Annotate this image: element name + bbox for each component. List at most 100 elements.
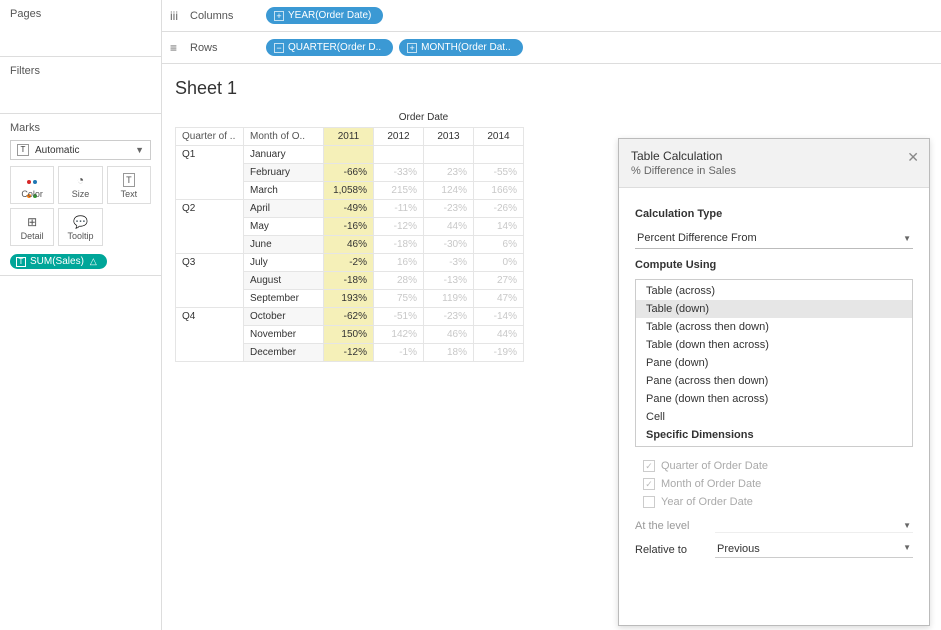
data-cell[interactable]: -30% (424, 235, 474, 253)
data-cell[interactable]: -13% (424, 271, 474, 289)
year-2014-header[interactable]: 2014 (474, 127, 524, 145)
compute-option[interactable]: Specific Dimensions (636, 426, 912, 444)
compute-using-listbox[interactable]: Table (across)Table (down)Table (across … (635, 279, 913, 447)
month-cell[interactable]: November (244, 325, 324, 343)
data-cell[interactable]: 46% (424, 325, 474, 343)
compute-option[interactable]: Pane (down then across) (636, 390, 912, 408)
data-cell[interactable]: -18% (324, 271, 374, 289)
data-cell[interactable]: -18% (374, 235, 424, 253)
dialog-header[interactable]: Table Calculation % Difference in Sales … (619, 139, 929, 188)
data-cell[interactable]: 44% (424, 217, 474, 235)
month-pill[interactable]: +MONTH(Order Dat.. (399, 39, 522, 56)
data-cell[interactable]: 27% (474, 271, 524, 289)
table-row[interactable]: Q2April-49%-11%-23%-26% (176, 199, 524, 217)
data-cell[interactable]: -26% (474, 199, 524, 217)
compute-option[interactable]: Cell (636, 408, 912, 426)
quarter-cell[interactable]: Q4 (176, 307, 244, 361)
compute-option[interactable]: Table (across then down) (636, 318, 912, 336)
month-cell[interactable]: February (244, 163, 324, 181)
data-cell[interactable]: -1% (374, 343, 424, 361)
data-cell[interactable]: 44% (474, 325, 524, 343)
compute-option[interactable]: Table (down then across) (636, 336, 912, 354)
text-button[interactable]: T Text (107, 166, 151, 204)
compute-option[interactable]: Table (across) (636, 282, 912, 300)
data-cell[interactable] (424, 145, 474, 163)
year-2013-header[interactable]: 2013 (424, 127, 474, 145)
data-cell[interactable]: 23% (424, 163, 474, 181)
data-cell[interactable]: -23% (424, 199, 474, 217)
data-cell[interactable]: 47% (474, 289, 524, 307)
data-cell[interactable]: 6% (474, 235, 524, 253)
data-cell[interactable]: -14% (474, 307, 524, 325)
relative-to-dropdown[interactable]: Previous▼ (715, 541, 913, 558)
data-cell[interactable]: -2% (324, 253, 374, 271)
size-button[interactable]: ◔ Size (58, 166, 102, 204)
data-cell[interactable]: 142% (374, 325, 424, 343)
data-cell[interactable] (474, 145, 524, 163)
month-cell[interactable]: May (244, 217, 324, 235)
close-icon[interactable]: ✕ (907, 149, 919, 166)
mark-type-selector[interactable]: T Automatic ▼ (10, 140, 151, 160)
data-cell[interactable]: 16% (374, 253, 424, 271)
data-cell[interactable]: 193% (324, 289, 374, 307)
data-cell[interactable]: 28% (374, 271, 424, 289)
quarter-pill[interactable]: −QUARTER(Order D.. (266, 39, 393, 56)
data-cell[interactable]: -12% (324, 343, 374, 361)
crosstab-table[interactable]: Order Date Quarter of .. Month of O.. 20… (175, 109, 524, 362)
data-cell[interactable]: 0% (474, 253, 524, 271)
data-cell[interactable]: -62% (324, 307, 374, 325)
month-cell[interactable]: September (244, 289, 324, 307)
columns-shelf[interactable]: iii Columns +YEAR(Order Date) (162, 0, 941, 32)
data-cell[interactable]: 166% (474, 181, 524, 199)
calc-type-dropdown[interactable]: Percent Difference From ▼ (635, 228, 913, 249)
sum-sales-pill[interactable]: T SUM(Sales) △ (10, 254, 107, 269)
data-cell[interactable] (374, 145, 424, 163)
data-cell[interactable]: 124% (424, 181, 474, 199)
year-pill[interactable]: +YEAR(Order Date) (266, 7, 383, 24)
data-cell[interactable]: 46% (324, 235, 374, 253)
data-cell[interactable]: -33% (374, 163, 424, 181)
data-cell[interactable]: -49% (324, 199, 374, 217)
month-cell[interactable]: April (244, 199, 324, 217)
data-cell[interactable]: -55% (474, 163, 524, 181)
month-cell[interactable]: January (244, 145, 324, 163)
month-cell[interactable]: August (244, 271, 324, 289)
data-cell[interactable]: 119% (424, 289, 474, 307)
quarter-cell[interactable]: Q1 (176, 145, 244, 199)
color-button[interactable]: Color (10, 166, 54, 204)
compute-option[interactable]: Pane (across then down) (636, 372, 912, 390)
data-cell[interactable]: -23% (424, 307, 474, 325)
data-cell[interactable]: -12% (374, 217, 424, 235)
quarter-cell[interactable]: Q2 (176, 199, 244, 253)
filters-shelf[interactable]: Filters (0, 57, 161, 114)
detail-button[interactable]: ⊞ Detail (10, 208, 54, 246)
data-cell[interactable]: -3% (424, 253, 474, 271)
data-cell[interactable]: 14% (474, 217, 524, 235)
compute-option[interactable]: Table (down) (636, 300, 912, 318)
month-cell[interactable]: March (244, 181, 324, 199)
rows-shelf[interactable]: ≡ Rows −QUARTER(Order D.. +MONTH(Order D… (162, 32, 941, 64)
data-cell[interactable]: -11% (374, 199, 424, 217)
pages-shelf[interactable]: Pages (0, 0, 161, 57)
year-2012-header[interactable]: 2012 (374, 127, 424, 145)
table-row[interactable]: Q3July-2%16%-3%0% (176, 253, 524, 271)
tooltip-button[interactable]: 💬 Tooltip (58, 208, 102, 246)
sheet-title[interactable]: Sheet 1 (175, 78, 524, 99)
table-row[interactable]: Q4October-62%-51%-23%-14% (176, 307, 524, 325)
data-cell[interactable] (324, 145, 374, 163)
quarter-cell[interactable]: Q3 (176, 253, 244, 307)
data-cell[interactable]: 1,058% (324, 181, 374, 199)
data-cell[interactable]: 150% (324, 325, 374, 343)
data-cell[interactable]: -51% (374, 307, 424, 325)
table-row[interactable]: Q1January (176, 145, 524, 163)
data-cell[interactable]: -16% (324, 217, 374, 235)
month-cell[interactable]: June (244, 235, 324, 253)
compute-option[interactable]: Pane (down) (636, 354, 912, 372)
month-cell[interactable]: October (244, 307, 324, 325)
data-cell[interactable]: 75% (374, 289, 424, 307)
data-cell[interactable]: -66% (324, 163, 374, 181)
data-cell[interactable]: -19% (474, 343, 524, 361)
month-cell[interactable]: December (244, 343, 324, 361)
month-cell[interactable]: July (244, 253, 324, 271)
data-cell[interactable]: 215% (374, 181, 424, 199)
